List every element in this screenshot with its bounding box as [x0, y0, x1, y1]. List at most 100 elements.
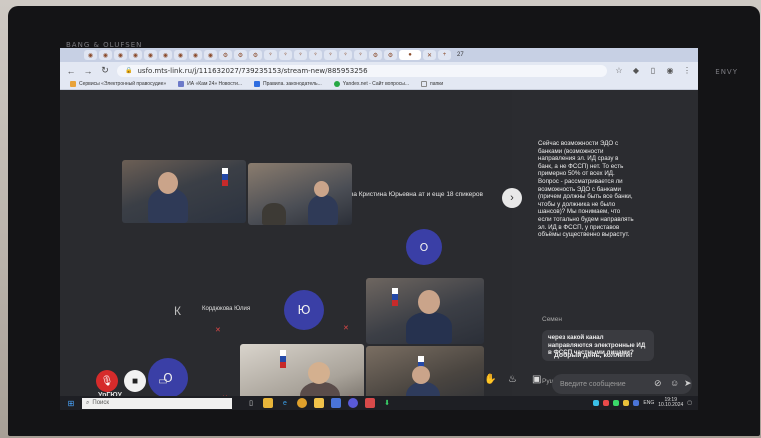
reload-icon[interactable]: ↻: [100, 65, 110, 76]
speakers-more: ат и еще 18 спикеров: [418, 191, 483, 198]
notification-icon[interactable]: ▢: [687, 400, 692, 406]
screen-share-icon[interactable]: ▭: [152, 370, 174, 392]
chevron-right-icon[interactable]: ›: [502, 188, 522, 208]
browser-tab[interactable]: +: [438, 50, 451, 60]
app-icon[interactable]: [348, 398, 358, 408]
participant-face: [418, 290, 440, 314]
taskbar: ⊞ ⌕ Поиск ▯ e ⬇ ENG 19:19 10.10.2024 ▢: [60, 396, 698, 410]
tray-icon[interactable]: [633, 400, 640, 406]
participant-video: [262, 203, 286, 225]
microphone-muted-icon: ✕: [343, 325, 349, 332]
bookmark-item[interactable]: Yandex.net - Сайт вопросы...: [333, 81, 409, 87]
tray-icon[interactable]: [603, 400, 610, 406]
tray-icon[interactable]: [613, 400, 620, 406]
chat-panel: Сейчас возможности ЭДО с банками (возмож…: [534, 90, 698, 385]
raise-hand-icon[interactable]: ✋: [484, 374, 496, 385]
browser-tab[interactable]: ⚙: [219, 50, 232, 60]
browser-tab[interactable]: ◉: [159, 50, 172, 60]
chat-input-placeholder: Введите сообщение: [560, 380, 626, 388]
chat-message: Добрый день, коллеги!: [554, 352, 633, 359]
browser-tab[interactable]: ◉: [174, 50, 187, 60]
browser-tab[interactable]: ♆: [279, 50, 292, 60]
bookmark-icon: [333, 81, 340, 87]
browser-tab[interactable]: ◉: [129, 50, 142, 60]
search-icon: ⌕: [86, 399, 90, 406]
folder-icon[interactable]: [314, 398, 324, 408]
app-icon[interactable]: [365, 398, 375, 408]
browser-tab-active[interactable]: ●: [399, 50, 421, 60]
browser-tab[interactable]: ◉: [99, 50, 112, 60]
flag-image: [392, 288, 398, 306]
layout-icon[interactable]: ▣: [532, 374, 541, 385]
download-icon[interactable]: ⬇: [382, 398, 392, 408]
bookmark-icon: [254, 81, 261, 87]
avatar-initial: Ю: [297, 303, 311, 317]
browser-tab[interactable]: ◉: [189, 50, 202, 60]
microphone-muted-icon[interactable]: 🎙: [96, 370, 118, 392]
browser-tab[interactable]: ⚙: [369, 50, 382, 60]
participant-avatar[interactable]: Ю: [284, 290, 324, 330]
browser-tab[interactable]: ⚙: [234, 50, 247, 60]
camera-icon[interactable]: ■: [124, 370, 146, 392]
edge-icon[interactable]: e: [280, 398, 290, 408]
folder-icon: [421, 81, 427, 87]
video-tile[interactable]: [122, 160, 246, 223]
participant-video: [406, 312, 452, 344]
browser-tab[interactable]: ◉: [84, 50, 97, 60]
browser-tab[interactable]: ♆: [309, 50, 322, 60]
tab-strip: ◉ ◉ ◉ ◉ ◉ ◉ ◉ ◉ ◉ ⚙ ⚙ ⚙ ♆ ♆ ♆ ♆ ♆ ♆ ♆ ⚙ …: [60, 48, 698, 62]
tray-icon[interactable]: [623, 400, 630, 406]
browser-tab[interactable]: ⚙: [384, 50, 397, 60]
bookmark-icon: [178, 81, 185, 87]
bookmark-label: папки: [430, 81, 444, 87]
browser-tab[interactable]: ♆: [354, 50, 367, 60]
windows-start-icon[interactable]: ⊞: [64, 399, 78, 408]
store-icon[interactable]: [331, 398, 341, 408]
browser-tab[interactable]: ✕: [423, 50, 436, 60]
clock-date: 10.10.2024: [658, 402, 684, 408]
bookmark-label: Сервисы «Электронный правосудие»: [79, 81, 167, 87]
bookmark-item[interactable]: ИА «Кам 24» Новости...: [178, 81, 242, 87]
tray-icon[interactable]: [593, 400, 600, 406]
bookmark-item[interactable]: Сервисы «Электронный правосудие»: [70, 81, 166, 87]
browser-tab[interactable]: ⚙: [249, 50, 262, 60]
screen: ◉ ◉ ◉ ◉ ◉ ◉ ◉ ◉ ◉ ⚙ ⚙ ⚙ ♆ ♆ ♆ ♆ ♆ ♆ ♆ ⚙ …: [60, 48, 698, 410]
video-tile[interactable]: [366, 278, 484, 344]
browser-tab[interactable]: ◉: [144, 50, 157, 60]
emoji-icon[interactable]: ☺: [670, 378, 679, 388]
address-text: usfo.mts-link.ru/j/111632027/739235153/s…: [137, 66, 368, 75]
attach-icon[interactable]: ⊘: [654, 378, 662, 389]
browser-tab[interactable]: ♆: [294, 50, 307, 60]
participant-initial: К: [174, 304, 181, 318]
url-bar: ← → ↻ 🔒 usfo.mts-link.ru/j/111632027/739…: [60, 62, 698, 79]
language-indicator[interactable]: ENG: [643, 400, 654, 406]
bookmark-item[interactable]: Правила. законодатель...: [254, 81, 322, 87]
task-view-icon[interactable]: ▯: [246, 398, 256, 408]
taskbar-search[interactable]: ⌕ Поиск: [82, 397, 232, 409]
star-icon[interactable]: ☆: [614, 66, 624, 75]
taskbar-apps: ▯ e ⬇: [246, 398, 392, 408]
bookmark-label: Yandex.net - Сайт вопросы...: [342, 81, 409, 87]
bookmark-item[interactable]: папки: [421, 81, 443, 87]
fire-icon[interactable]: ♨: [508, 374, 517, 385]
send-icon[interactable]: ➤: [684, 378, 692, 389]
sidebar-icon[interactable]: ▯: [648, 66, 658, 75]
participant-avatar[interactable]: О: [406, 229, 442, 265]
browser-tab[interactable]: ◉: [204, 50, 217, 60]
profile-icon[interactable]: ◉: [665, 66, 675, 75]
forward-icon[interactable]: →: [83, 66, 93, 76]
browser-tab[interactable]: ♆: [339, 50, 352, 60]
clock[interactable]: 19:19 10.10.2024: [658, 397, 684, 409]
browser-tab[interactable]: ♆: [264, 50, 277, 60]
back-icon[interactable]: ←: [66, 66, 76, 76]
video-tile[interactable]: [248, 163, 352, 225]
address-input[interactable]: 🔒 usfo.mts-link.ru/j/111632027/739235153…: [117, 64, 607, 77]
browser-tab[interactable]: ◉: [114, 50, 127, 60]
chrome-icon[interactable]: [297, 398, 307, 408]
file-explorer-icon[interactable]: [263, 398, 273, 408]
browser-tab[interactable]: ♆: [324, 50, 337, 60]
participant-face: [158, 172, 178, 194]
extension-icon[interactable]: ◆: [631, 66, 641, 75]
chat-message: Сейчас возможности ЭДО с банками (возмож…: [538, 140, 634, 239]
menu-icon[interactable]: ⋮: [682, 66, 692, 75]
